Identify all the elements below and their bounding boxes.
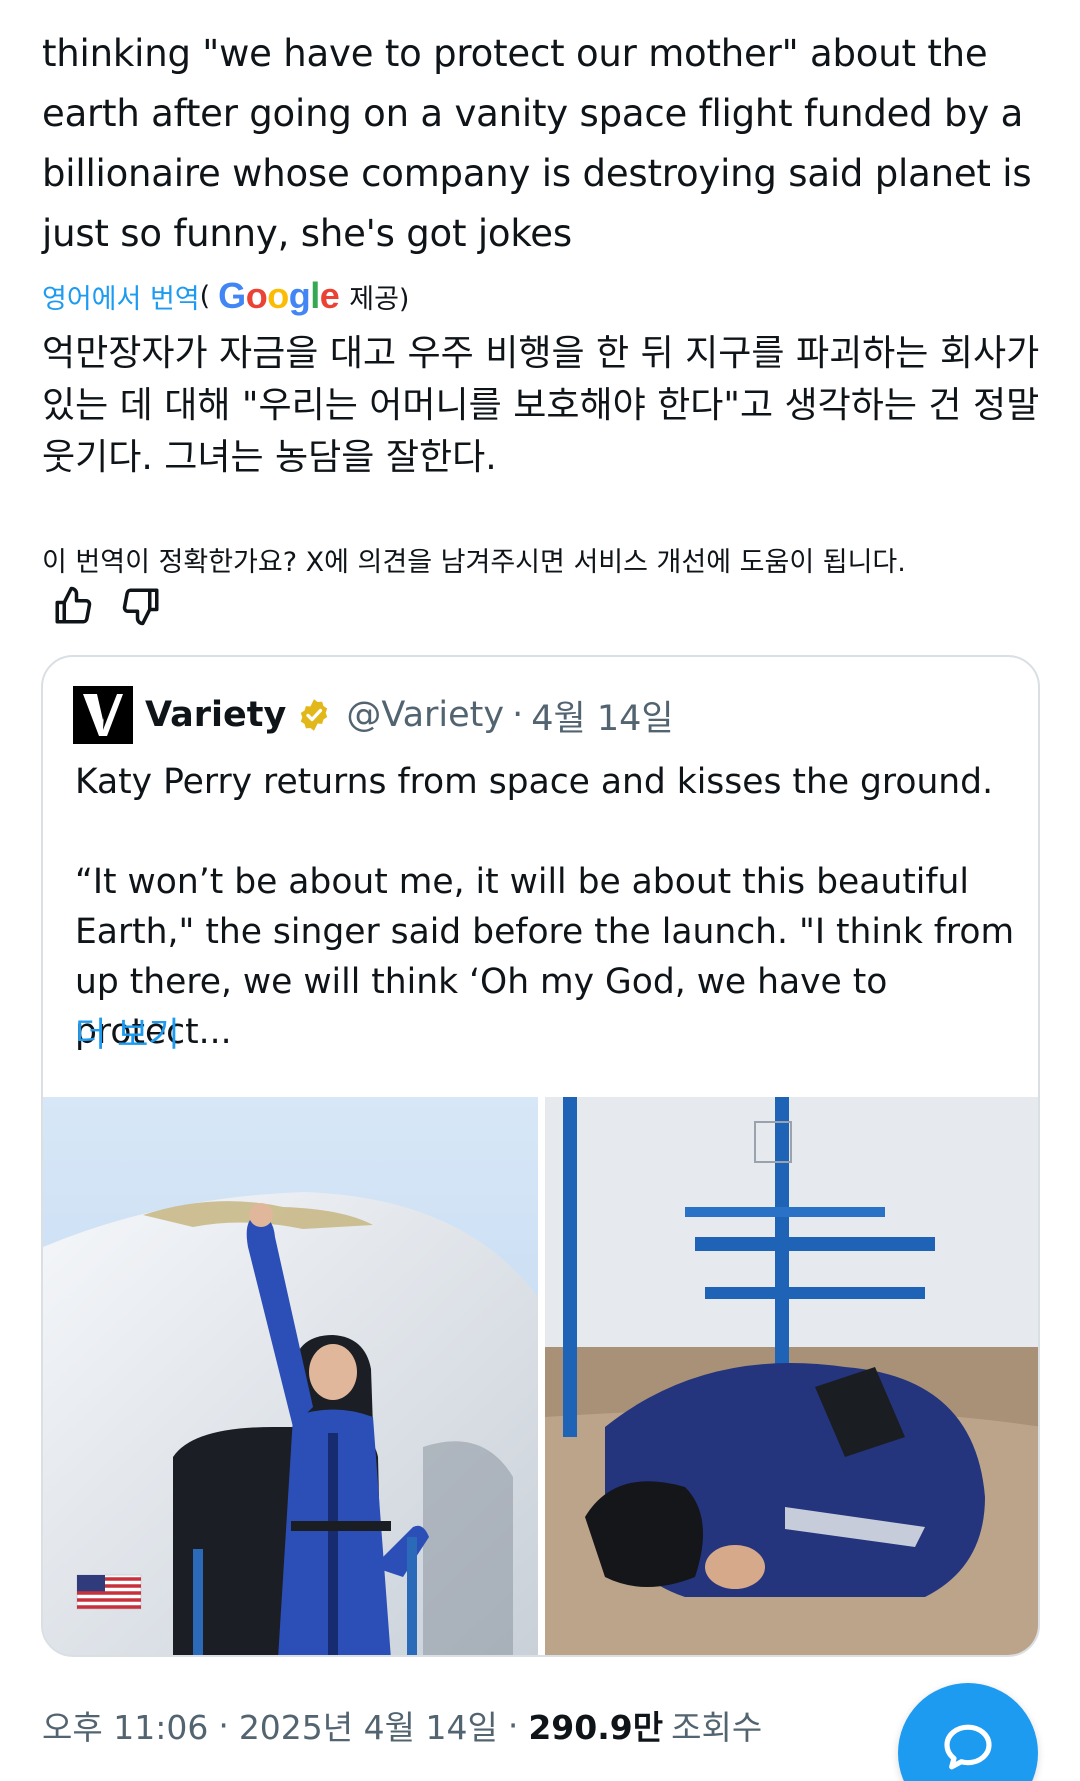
views-label: 조회수 [671, 1708, 763, 1747]
verified-badge-icon [296, 697, 332, 733]
post-text: thinking "we have to protect our mother"… [42, 32, 1032, 255]
compose-reply-icon [944, 1724, 992, 1770]
quoted-post-header: Variety @Variety · 4월 14일 [73, 686, 674, 744]
quoted-paragraph-1: Katy Perry returns from space and kisses… [75, 762, 994, 802]
quoted-post-card[interactable]: Variety @Variety · 4월 14일 Katy Perry ret… [41, 655, 1040, 1657]
media-photo-capsule[interactable] [43, 1097, 538, 1655]
quoted-author-name[interactable]: Variety [145, 695, 286, 735]
views-count[interactable]: 290.9만 [528, 1701, 663, 1749]
thumbs-up-icon[interactable] [52, 585, 94, 627]
translation-feedback-question: 이 번역이 정확한가요? X에 의견을 남겨주시면 서비스 개선에 도움이 됩니… [42, 547, 906, 578]
variety-avatar[interactable] [73, 686, 133, 744]
meta-separator: · [218, 1705, 229, 1745]
quoted-author-handle[interactable]: @Variety [346, 695, 504, 735]
quoted-post-date[interactable]: 4월 14일 [531, 690, 673, 741]
google-logo: Google [218, 275, 340, 316]
header-separator: · [512, 695, 524, 735]
paren-open: ( [199, 280, 211, 312]
post-metadata: 오후 11:06 · 2025년 4월 14일 · 290.9만 조회수 [42, 1700, 762, 1750]
post-time[interactable]: 오후 11:06 [42, 1701, 208, 1749]
media-photo-kissing-ground[interactable] [545, 1097, 1038, 1655]
show-more-link[interactable]: 더 보기 [75, 1007, 180, 1056]
translated-text: 억만장자가 자금을 대고 우주 비행을 한 뒤 지구를 파괴하는 회사가 있는 … [42, 333, 1040, 478]
thumbs-down-icon[interactable] [120, 585, 162, 627]
post-date[interactable]: 2025년 4월 14일 [239, 1701, 498, 1749]
quoted-paragraph-2: “It won’t be about me, it will be about … [75, 862, 1015, 1052]
translate-link[interactable]: 영어에서 번역 [42, 277, 200, 316]
provided-label: 제공) [349, 283, 410, 315]
meta-separator: · [507, 1705, 519, 1745]
translation-attribution: 영어에서 번역 ( Google 제공) [42, 272, 409, 320]
compose-reply-button[interactable] [898, 1683, 1038, 1781]
quoted-post-text: Katy Perry returns from space and kisses… [75, 757, 1025, 1057]
